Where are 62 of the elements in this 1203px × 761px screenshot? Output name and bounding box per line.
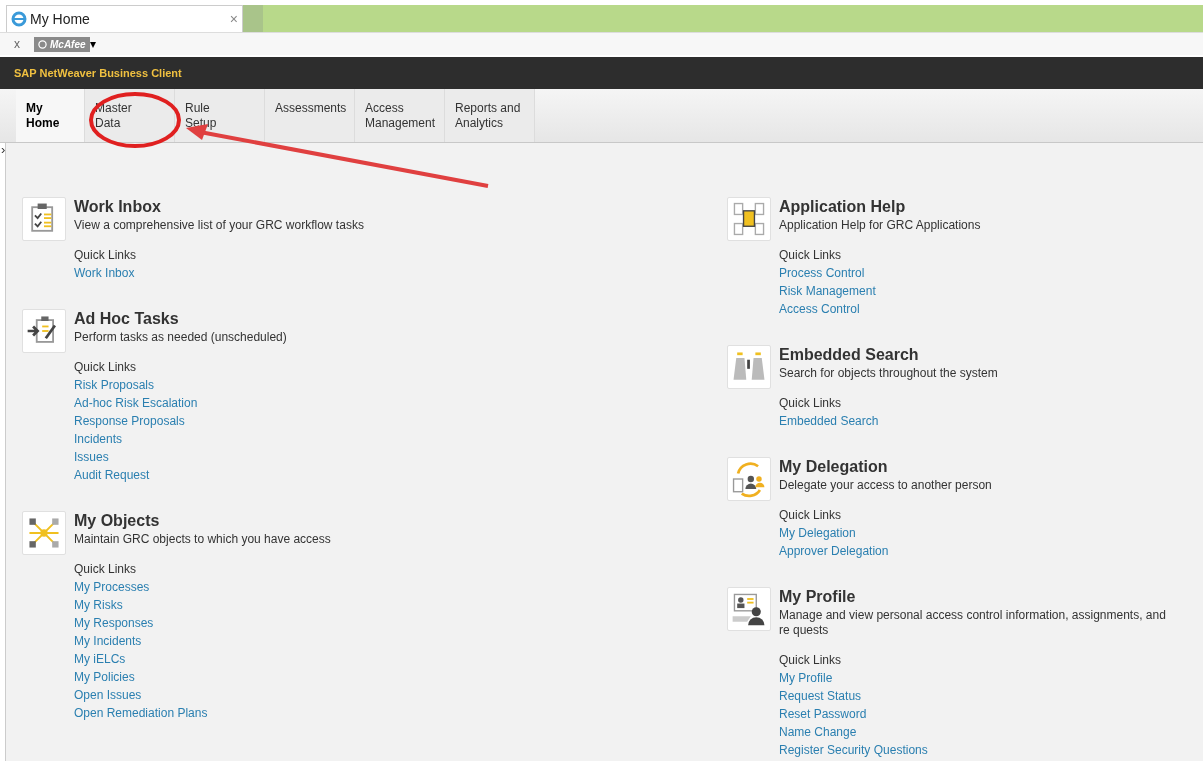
quick-link[interactable]: Name Change bbox=[779, 723, 857, 741]
app-title: SAP NetWeaver Business Client bbox=[14, 65, 182, 81]
quick-link[interactable]: My Responses bbox=[74, 614, 154, 632]
quick-link[interactable]: My Incidents bbox=[74, 632, 142, 650]
nav-tab[interactable]: Assessments bbox=[265, 89, 355, 142]
section-description: Manage and view personal access control information, assignments, and re quests bbox=[779, 608, 1167, 638]
quick-links-label: Quick Links bbox=[779, 507, 843, 524]
quick-link[interactable]: Access Control bbox=[779, 300, 860, 318]
mcafee-button[interactable]: McAfee bbox=[34, 36, 90, 52]
quick-links-label: Quick Links bbox=[779, 652, 843, 669]
toolbar-close-button[interactable]: x bbox=[14, 35, 20, 53]
quick-link[interactable]: Register Security Questions bbox=[779, 741, 928, 759]
section-description: Perform tasks as needed (unscheduled) bbox=[74, 330, 287, 345]
quick-link[interactable]: Request Status bbox=[779, 687, 862, 705]
section-title: Application Help bbox=[779, 197, 907, 216]
section-description: Maintain GRC objects to which you have access bbox=[74, 532, 331, 547]
quick-links-label: Quick Links bbox=[779, 247, 843, 264]
nav-tab[interactable]: Reports and Analytics bbox=[445, 89, 535, 142]
quick-link[interactable]: My Profile bbox=[779, 669, 833, 687]
quick-link[interactable]: Work Inbox bbox=[74, 264, 135, 282]
quick-link[interactable]: Ad-hoc Risk Escalation bbox=[74, 394, 198, 412]
quick-link[interactable]: Open Remediation Plans bbox=[74, 704, 208, 722]
nav-tab[interactable]: Access Management bbox=[355, 89, 445, 142]
caret-icon[interactable]: ▾ bbox=[89, 35, 96, 53]
quick-link[interactable]: Embedded Search bbox=[779, 412, 879, 430]
quick-link[interactable]: My Processes bbox=[74, 578, 150, 596]
tab-title: My Home bbox=[30, 9, 91, 29]
quick-link[interactable]: Issues bbox=[74, 448, 109, 466]
section-description: View a comprehensive list of your GRC workflow tasks bbox=[74, 218, 364, 233]
quick-links-label: Quick Links bbox=[74, 359, 138, 376]
quick-links-label: Quick Links bbox=[779, 395, 843, 412]
quick-link[interactable]: Approver Delegation bbox=[779, 542, 889, 560]
section-title: Embedded Search bbox=[779, 345, 920, 364]
quick-link[interactable]: My Risks bbox=[74, 596, 123, 614]
section-title: Ad Hoc Tasks bbox=[74, 309, 180, 328]
quick-link[interactable]: My iELCs bbox=[74, 650, 126, 668]
section-description: Delegate your access to another person bbox=[779, 478, 992, 493]
quick-link[interactable]: Risk Proposals bbox=[74, 376, 155, 394]
expand-toggle[interactable]: › bbox=[1, 143, 6, 157]
tab-close-button[interactable]: × bbox=[229, 8, 238, 30]
quick-link[interactable]: Audit Request bbox=[74, 466, 150, 484]
quick-link[interactable]: Response Proposals bbox=[74, 412, 185, 430]
quick-links-label: Quick Links bbox=[74, 561, 138, 578]
section-title: My Profile bbox=[779, 587, 857, 606]
quick-link[interactable]: Reset Password bbox=[779, 705, 867, 723]
quick-link[interactable]: Open Issues bbox=[74, 686, 142, 704]
section-title: My Delegation bbox=[779, 457, 889, 476]
info-icon bbox=[38, 39, 47, 49]
quick-link[interactable]: My Policies bbox=[74, 668, 135, 686]
quick-link[interactable]: Process Control bbox=[779, 264, 865, 282]
section-title: My Objects bbox=[74, 511, 161, 530]
quick-links-label: Quick Links bbox=[74, 247, 138, 264]
section-title: Work Inbox bbox=[74, 197, 162, 216]
browser-logo-icon bbox=[11, 11, 27, 27]
section-description: Search for objects throughout the system bbox=[779, 366, 998, 381]
quick-link[interactable]: My Delegation bbox=[779, 524, 856, 542]
quick-link[interactable]: Risk Management bbox=[779, 282, 876, 300]
section-description: Application Help for GRC Applications bbox=[779, 218, 981, 233]
browser-tab[interactable]: My Home × bbox=[6, 5, 243, 32]
quick-link[interactable]: Incidents bbox=[74, 430, 123, 448]
addon-label: McAfee bbox=[50, 37, 86, 52]
nav-tab[interactable]: My Home bbox=[16, 89, 85, 142]
